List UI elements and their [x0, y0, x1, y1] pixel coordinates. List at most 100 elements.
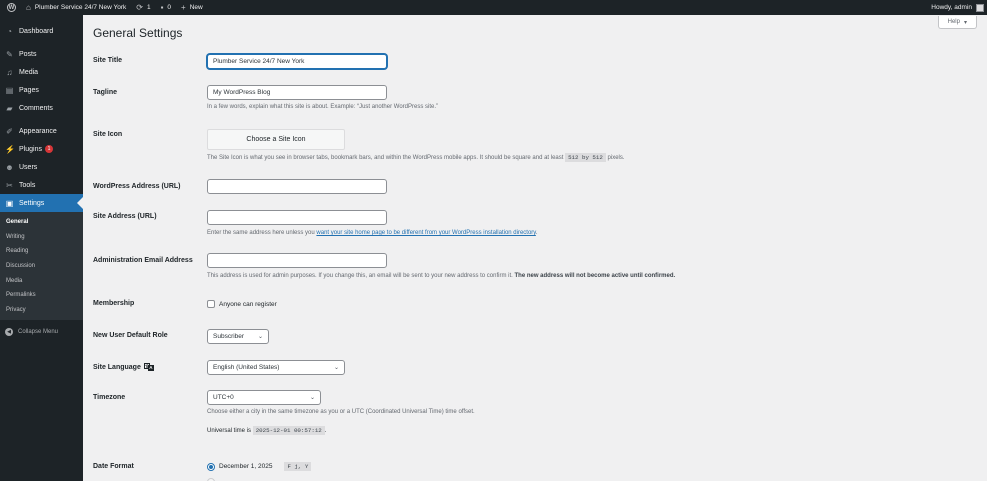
site-address-input[interactable] [207, 210, 387, 225]
chevron-down-icon: ▾ [963, 19, 967, 26]
sidebar-item-media[interactable]: ♫ Media [0, 63, 83, 81]
admin-bar: W ⌂ Plumber Service 24/7 New York ⟳ 1 ▪ … [0, 0, 987, 15]
site-address-label: Site Address (URL) [93, 213, 157, 220]
settings-icon: ▣ [5, 198, 14, 208]
help-tab-button[interactable]: Help ▾ [937, 16, 977, 29]
sidebar-item-plugins[interactable]: ⚡ Plugins 1 [0, 140, 83, 158]
comments-count: 0 [167, 4, 172, 11]
home-page-different-link[interactable]: want your site home page to be different… [316, 230, 535, 236]
settings-submenu: General Writing Reading Discussion Media… [0, 212, 83, 321]
membership-label: Membership [93, 300, 135, 307]
sidebar-item-label: Settings [19, 199, 45, 207]
site-name: Plumber Service 24/7 New York [34, 4, 127, 11]
sidebar-item-tools[interactable]: ✂ Tools [0, 176, 83, 194]
date-format-option[interactable]: December 1, 2025 F j, Y [207, 462, 312, 471]
submenu-item-general[interactable]: General [0, 215, 83, 230]
site-address-desc-text: Enter the same address here unless you [207, 230, 317, 236]
howdy-text: Howdy, admin [931, 4, 972, 11]
collapse-menu-label: Collapse Menu [18, 329, 59, 336]
submenu-item-media[interactable]: Media [0, 273, 83, 288]
main-content: Help ▾ General Settings Site Title Plumb… [83, 15, 987, 481]
help-label: Help [947, 19, 960, 25]
sidebar-item-dashboard[interactable]: ◔ Dashboard [0, 22, 83, 40]
collapse-icon: ◀ [5, 328, 13, 337]
user-icon: ☻ [5, 162, 14, 172]
brush-icon: ✐ [6, 126, 13, 136]
timezone-label: Timezone [93, 394, 126, 401]
site-name-menu[interactable]: ⌂ Plumber Service 24/7 New York [21, 0, 131, 15]
wordpress-address-label: WordPress Address (URL) [93, 183, 181, 190]
submenu-item-discussion[interactable]: Discussion [0, 259, 83, 274]
tagline-input[interactable]: My WordPress Blog [207, 85, 387, 100]
site-language-select[interactable]: English (United States) ⌄ [207, 360, 345, 375]
choose-site-icon-button[interactable]: Choose a Site Icon [207, 129, 345, 150]
dashboard-icon: ◔ [7, 26, 12, 36]
default-role-label: New User Default Role [93, 332, 168, 339]
site-address-description: Enter the same address here unless you w… [207, 230, 538, 236]
new-label: New [189, 4, 203, 11]
site-address-desc-suffix: . [535, 230, 538, 236]
default-role-value: Subscriber [213, 333, 245, 340]
avatar [976, 3, 984, 12]
comments-menu[interactable]: ▪ 0 [156, 0, 176, 15]
site-language-label: Site Language [93, 363, 141, 371]
submenu-item-writing[interactable]: Writing [0, 230, 83, 245]
sidebar-item-label: Plugins [19, 145, 42, 153]
page-icon: ▤ [5, 85, 14, 95]
anyone-can-register-checkbox[interactable] [207, 300, 215, 308]
universal-time-suffix: . [324, 428, 327, 434]
universal-time-label: Universal time is [207, 428, 253, 434]
sidebar-item-label: Comments [19, 104, 53, 112]
admin-email-description: This address is used for admin purposes.… [207, 273, 675, 279]
sidebar-item-appearance[interactable]: ✐ Appearance [0, 122, 83, 140]
chevron-down-icon: ⌄ [309, 395, 315, 401]
timezone-description: Choose either a city in the same timezon… [207, 409, 475, 415]
default-role-select[interactable]: Subscriber ⌄ [207, 329, 269, 344]
site-icon-desc-text: The Site Icon is what you see in browser… [207, 155, 566, 161]
date-format-radio[interactable] [207, 462, 215, 471]
date-format-option-label: December 1, 2025 [219, 463, 273, 470]
new-content-menu[interactable]: + New [176, 0, 208, 15]
tagline-label: Tagline [93, 89, 117, 96]
tagline-description: In a few words, explain what this site i… [207, 104, 438, 110]
sidebar-item-posts[interactable]: ✎ Posts [0, 45, 83, 63]
site-language-label-row: Site Language 文A [93, 363, 154, 371]
sidebar-item-pages[interactable]: ▤ Pages [0, 81, 83, 99]
timezone-select[interactable]: UTC+0 ⌄ [207, 390, 321, 405]
anyone-can-register-label: Anyone can register [219, 300, 277, 308]
site-title-input[interactable]: Plumber Service 24/7 New York [207, 54, 387, 69]
sidebar-item-settings[interactable]: ▣ Settings [0, 194, 83, 212]
sidebar-item-label: Media [19, 68, 39, 76]
sidebar-item-label: Users [19, 163, 38, 171]
chevron-down-icon: ⌄ [333, 365, 339, 371]
wordpress-address-input[interactable] [207, 179, 387, 194]
sidebar-item-comments[interactable]: ▰ Comments [0, 99, 83, 117]
plug-icon: ⚡ [5, 144, 15, 154]
admin-email-desc-text: This address is used for admin purposes.… [207, 273, 515, 279]
site-title-label: Site Title [93, 57, 123, 64]
my-account-menu[interactable]: Howdy, admin [931, 3, 987, 12]
page-title: General Settings [93, 26, 183, 40]
updates-menu[interactable]: ⟳ 1 [131, 0, 155, 15]
radio-selected-dot [209, 464, 213, 469]
universal-time: Universal time is 2025-12-01 00:57:12. [207, 426, 327, 435]
anyone-can-register-option[interactable]: Anyone can register [207, 300, 277, 308]
universal-time-code: 2025-12-01 00:57:12 [252, 426, 325, 435]
wrench-icon: ✂ [6, 180, 13, 190]
site-icon-description: The Site Icon is what you see in browser… [207, 153, 625, 162]
site-icon-desc-suffix: pixels. [605, 155, 625, 161]
site-icon-label: Site Icon [93, 131, 123, 138]
wordpress-logo-menu[interactable]: W [0, 0, 21, 15]
sidebar-item-label: Pages [19, 86, 39, 94]
home-icon: ⌂ [26, 2, 31, 12]
admin-email-input[interactable] [207, 253, 387, 268]
chevron-down-icon: ⌄ [257, 334, 263, 340]
collapse-menu-button[interactable]: ◀ Collapse Menu [0, 324, 83, 340]
submenu-item-privacy[interactable]: Privacy [0, 303, 83, 318]
submenu-item-permalinks[interactable]: Permalinks [0, 288, 83, 303]
updates-icon: ⟳ [136, 2, 143, 12]
submenu-item-reading[interactable]: Reading [0, 244, 83, 259]
site-icon-size-code: 512 by 512 [565, 153, 606, 162]
sidebar-item-users[interactable]: ☻ Users [0, 158, 83, 176]
sidebar-item-label: Appearance [19, 127, 57, 135]
